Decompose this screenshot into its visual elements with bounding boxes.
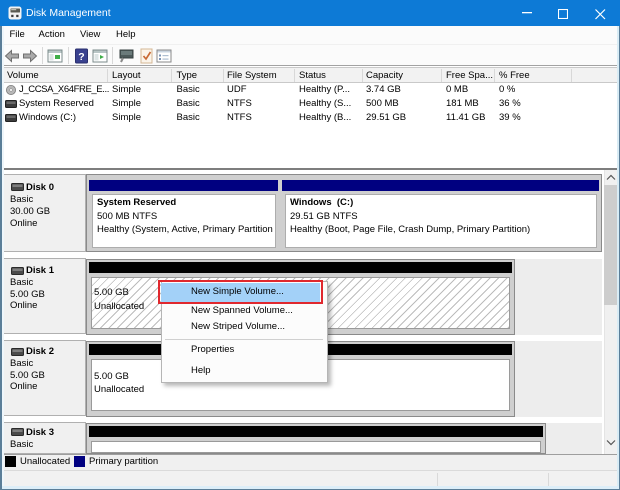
svg-text:?: ?: [78, 51, 84, 63]
